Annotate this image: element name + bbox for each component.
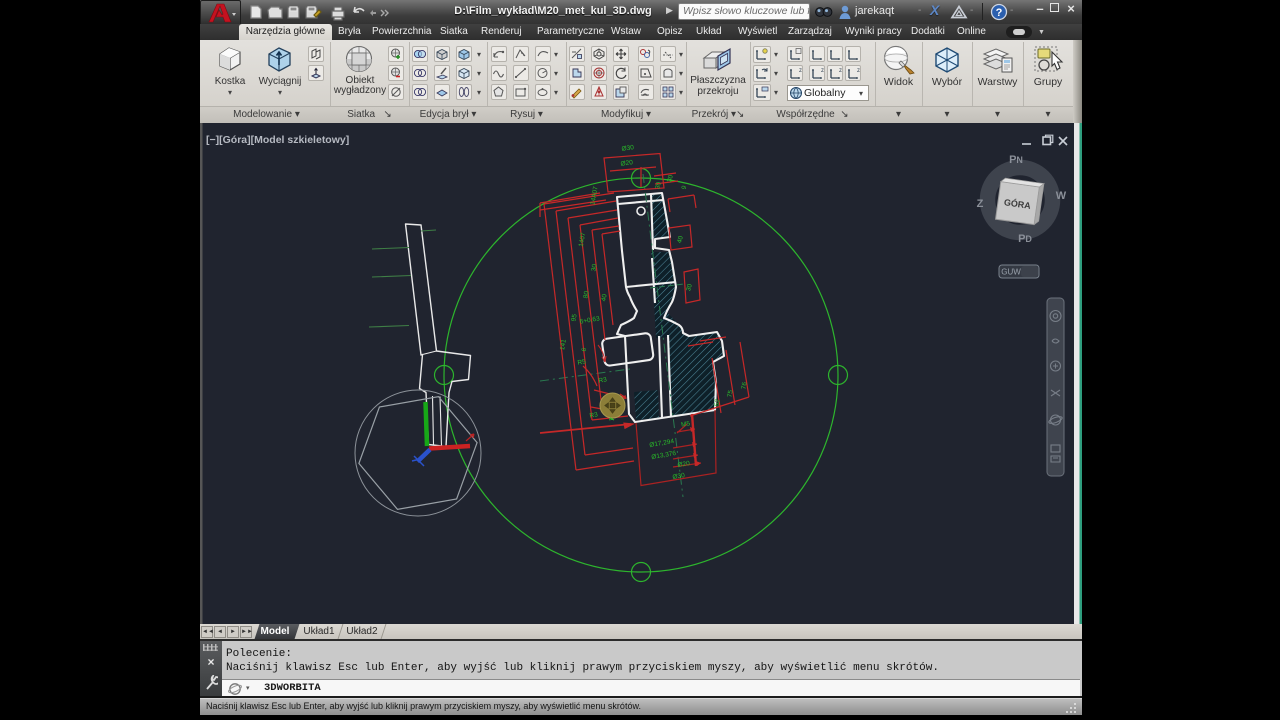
svg-text:z: z [799,68,802,74]
svg-text:z: z [839,68,842,74]
svg-text:PN: PN [1009,154,1023,166]
svg-text:z: z [821,68,824,74]
svg-text:z: z [857,68,860,74]
svg-text:R5: R5 [577,358,587,366]
svg-text:GUW: GUW [1001,268,1021,277]
svg-text:R3: R3 [598,376,608,384]
svg-text:?: ? [996,7,1003,19]
svg-text:W: W [1056,190,1067,202]
svg-text:PD: PD [1018,233,1032,245]
svg-text:Z: Z [977,198,984,210]
svg-text:[−][Góra][Model szkieletowy]: [−][Góra][Model szkieletowy] [206,134,349,146]
svg-text:R3: R3 [589,411,599,419]
